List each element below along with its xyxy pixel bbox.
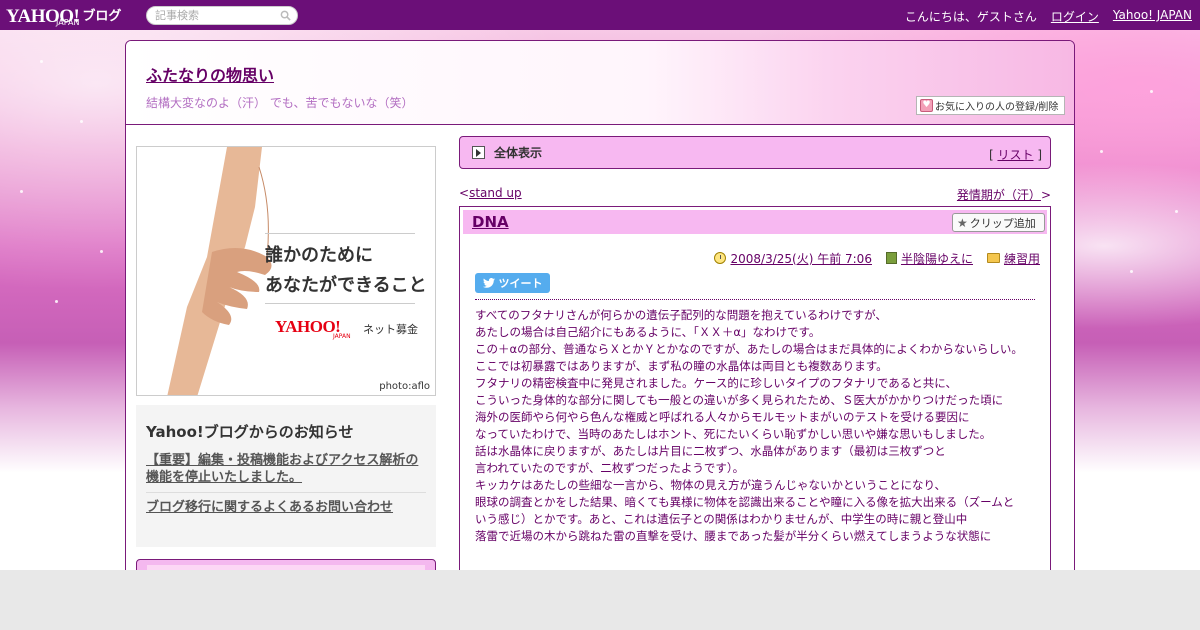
logo-blog-text: ブログ: [82, 8, 122, 24]
banner-divider: [265, 303, 415, 304]
arrow-right-icon: [472, 146, 485, 159]
blog-header: ふたなりの物思い 結構大変なのよ（汗） でも、苦でもないな（笑） ♥ お気に入り…: [126, 41, 1074, 125]
article-navigation: <stand up 発情期が（汗）>: [459, 186, 1051, 202]
prev-article: <stand up: [459, 186, 522, 200]
sparkle: [80, 120, 83, 123]
viewport-bottom-strip: [0, 570, 1200, 630]
article-author-link[interactable]: 半陰陽ゆえに: [901, 250, 973, 267]
banner-photo-credit: photo:aflo: [379, 381, 430, 392]
list-bracket-open: [: [988, 148, 994, 162]
blog-card: ふたなりの物思い 結構大変なのよ（汗） でも、苦でもないな（笑） ♥ お気に入り…: [125, 40, 1075, 580]
tweet-button[interactable]: ツイート: [475, 273, 550, 293]
yahoo-japan-link[interactable]: Yahoo! JAPAN: [1113, 8, 1192, 25]
list-toggle: [ リスト ]: [989, 146, 1042, 163]
body-line: 眼球の調査とかをした結果、暗くても異様に物体を認識出来ることや瞳に入る像を拡大出…: [475, 495, 1015, 509]
sparkle: [100, 250, 103, 253]
sparkle: [55, 300, 58, 303]
user-nav: こんにちは、ゲストさん ログイン Yahoo! JAPAN: [905, 8, 1192, 25]
notice-link-important[interactable]: 【重要】編集・投稿機能およびアクセス解析の機能を停止いたしました。: [146, 452, 426, 486]
clip-add-button[interactable]: ★ クリップ追加: [952, 213, 1045, 232]
heart-icon: ♥: [920, 99, 933, 112]
star-icon: ★: [957, 215, 968, 230]
book-icon: [885, 252, 897, 264]
sparkle: [40, 60, 43, 63]
sparkle: [1130, 270, 1133, 273]
article-date-link[interactable]: 2008/3/25(火) 午前 7:06: [730, 250, 871, 267]
hand-illustration: [167, 147, 272, 395]
list-link[interactable]: リスト: [997, 148, 1033, 162]
body-line: あたしの場合は自己紹介にもあるように、「ＸＸ＋α」なわけです。: [475, 325, 821, 339]
folder-icon: [986, 253, 1000, 263]
body-line: キッカケはあたしの些細な一言から、物体の見え方が違うんじゃないかということになり…: [475, 478, 947, 492]
clock-icon: [714, 252, 727, 264]
favorite-button-label: お気に入りの人の登録/削除: [935, 102, 1059, 113]
body-line: 海外の医師やら何やら色んな権威と呼ばれる人々からモルモットまがいのテストを受ける…: [475, 410, 970, 424]
body-line: こういった身体的な部分に関しても一般との違いが多く見られたため、Ｓ医大がかかりつ…: [475, 393, 1004, 407]
logo-japan-text: JAPAN: [56, 18, 80, 27]
article-date: 2008/3/25(火) 午前 7:06: [714, 250, 872, 267]
sparkle: [1100, 150, 1103, 153]
article-body: すべてのフタナリさんが何らかの遺伝子配列的な問題を抱えているわけですが、 あたし…: [475, 307, 1035, 545]
yahoo-blog-logo[interactable]: YAHOO! JAPAN ブログ: [6, 5, 122, 28]
next-article-link[interactable]: 発情期が（汗）: [957, 188, 1041, 202]
article-search: [146, 6, 298, 25]
banner-text-line2: あなたができること: [265, 275, 427, 296]
banner-divider: [265, 233, 415, 234]
body-line: 落雷で近場の木から跳ねた雷の直撃を受け、腰まであった髪が半分くらい燃えてしまうよ…: [475, 529, 992, 543]
body-line: なっていたわけで、当時のあたしはホント、死にたいくらい恥ずかしい思いや嫌な思いも…: [475, 427, 992, 441]
search-input[interactable]: [155, 9, 280, 22]
banner-text-line1: 誰かのために: [265, 245, 373, 266]
search-icon[interactable]: [280, 10, 291, 21]
favorite-register-button[interactable]: ♥ お気に入りの人の登録/削除: [916, 96, 1065, 115]
prev-article-link[interactable]: stand up: [469, 186, 522, 200]
body-line: ここでは初暴露ではありますが、まず私の瞳の水晶体は両目とも複数あります。: [475, 359, 888, 373]
tweet-label: ツイート: [498, 277, 543, 290]
body-line: いう感じ）とかです。あと、これは遺伝子との関係はわかりませんが、中学生の時に親と…: [475, 512, 968, 526]
notice-divider: [146, 492, 426, 493]
body-line: この＋αの部分、普通ならＸとかＹとかなのですが、あたしの場合はまだ具体的によくわ…: [475, 342, 1023, 356]
greeting-text: こんにちは、ゲストさん: [904, 10, 1037, 24]
notice-link-faq[interactable]: ブログ移行に関するよくあるお問い合わせ: [146, 499, 426, 516]
blog-notice: Yahoo!ブログからのお知らせ 【重要】編集・投稿機能およびアクセス解析の機能…: [136, 405, 436, 547]
article-author: 半陰陽ゆえに: [885, 250, 973, 267]
blog-title-link[interactable]: ふたなりの物思い: [146, 62, 274, 86]
article-header: DNA ★ クリップ追加: [463, 210, 1047, 234]
sparkle: [20, 190, 23, 193]
article-category: 練習用: [986, 250, 1040, 267]
login-link[interactable]: ログイン: [1051, 8, 1099, 25]
body-line: 言われていたのですが、二枚ずつだったようです）。: [475, 461, 745, 475]
clip-button-label: クリップ追加: [969, 216, 1036, 230]
sparkle: [1175, 210, 1178, 213]
view-all-label: 全体表示: [494, 146, 543, 160]
next-article: 発情期が（汗）>: [957, 186, 1051, 203]
article-divider: [475, 299, 1035, 300]
next-arrow: >: [1040, 188, 1051, 202]
prev-arrow: <: [459, 186, 470, 200]
banner-yahoo-logo: YAHOO!: [275, 317, 341, 336]
entry-view-bar: 全体表示 [ リスト ]: [459, 136, 1051, 169]
body-line: フタナリの精密検査中に発見されました。ケース的に珍しいタイプのフタナリであると共…: [475, 376, 957, 390]
body-line: すべてのフタナリさんが何らかの遺伝子配列的な問題を抱えているわけですが、: [475, 308, 887, 322]
twitter-bird-icon: [482, 278, 495, 288]
article-title-link[interactable]: DNA: [472, 213, 509, 231]
masthead: YAHOO! JAPAN ブログ こんにちは、ゲストさん ログイン Yahoo!…: [0, 0, 1200, 30]
banner-net-donation: ネット募金: [363, 323, 418, 336]
body-line: 話は水晶体に戻りますが、あたしは片目に二枚ずつ、水晶体があります（最初は三枚ずつ…: [475, 444, 946, 458]
notice-title: Yahoo!ブログからのお知らせ: [146, 423, 354, 441]
blog-description: 結構大変なのよ（汗） でも、苦でもないな（笑）: [146, 96, 414, 110]
list-bracket-close: ]: [1037, 148, 1042, 162]
banner-yahoo-japan: JAPAN: [333, 333, 351, 340]
donation-banner[interactable]: 誰かのために あなたができること YAHOO! JAPAN ネット募金 phot…: [136, 146, 436, 396]
article-category-link[interactable]: 練習用: [1004, 250, 1040, 267]
article-meta: 2008/3/25(火) 午前 7:06 半陰陽ゆえに 練習用: [710, 250, 1040, 266]
sparkle: [1150, 90, 1153, 93]
article: DNA ★ クリップ追加 2008/3/25(火) 午前 7:06 半陰陽ゆえに…: [459, 206, 1051, 579]
